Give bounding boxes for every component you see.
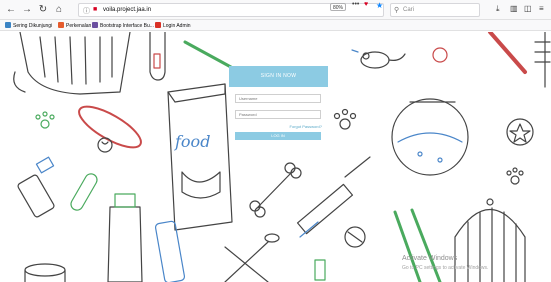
username-field[interactable]: Username	[235, 94, 321, 103]
bookmarks-bar: Sering Dikunjungi Perkenalan Bootstrap I…	[0, 20, 551, 31]
library-icon[interactable]: ▥	[510, 4, 518, 13]
forward-icon[interactable]: →	[20, 3, 34, 17]
ball-icon	[432, 47, 448, 63]
lock-icon[interactable]: ■	[93, 6, 97, 13]
zoom-level[interactable]: 80%	[330, 3, 346, 11]
tube-icon	[154, 220, 186, 282]
browser-toolbar: ← → ↻ ⌂ ⓘ ■ voila.project.jaa.in 80% •••…	[0, 0, 551, 20]
ointment-icon	[314, 259, 326, 281]
login-form: Username Password Forgot Password? LOG I…	[229, 87, 328, 147]
food-bag-icon	[167, 83, 233, 231]
url-text[interactable]: voila.project.jaa.in	[103, 7, 151, 13]
capsule-icon	[70, 173, 98, 211]
activate-windows-title: Activate Windows	[402, 255, 458, 262]
food-label: food	[174, 132, 210, 151]
scissors-icon	[224, 233, 280, 282]
bookmark-favicon	[92, 22, 98, 28]
reload-icon[interactable]: ↻	[36, 3, 50, 17]
medicine-bottle-icon	[17, 156, 55, 218]
bookmark-label: Perkenalan	[66, 23, 92, 29]
pill-line-icon	[347, 231, 363, 243]
syringe-icon	[296, 156, 371, 238]
menu-icon[interactable]: ≡	[539, 4, 544, 13]
paw-print-icon	[506, 167, 524, 185]
page-content: food SIGN IN NOW Username Password Forgo…	[0, 32, 551, 282]
bookmark-item[interactable]: Sering Dikunjungi	[5, 22, 52, 29]
forgot-password-link[interactable]: Forgot Password?	[290, 124, 322, 129]
search-placeholder: Cari	[403, 7, 415, 13]
paw-print-icon	[333, 108, 357, 130]
search-input[interactable]: ⚲ Cari	[390, 3, 480, 17]
mouse-toy-icon	[351, 49, 406, 69]
bookmark-favicon	[58, 22, 64, 28]
bookmark-label: Login Admin	[163, 23, 191, 29]
bookmark-favicon	[5, 22, 11, 28]
back-icon[interactable]: ←	[4, 3, 18, 17]
collar-icon	[78, 105, 142, 153]
login-button[interactable]: LOG IN	[235, 132, 321, 140]
password-field[interactable]: Password	[235, 110, 321, 119]
comb-icon	[488, 32, 551, 88]
paw-print-icon	[35, 111, 55, 129]
login-title: SIGN IN NOW	[229, 66, 328, 87]
bookmark-item[interactable]: Login Admin	[155, 22, 191, 29]
page-actions-icon[interactable]: •••	[352, 1, 359, 8]
pet-carrier-icon	[13, 32, 131, 95]
bone-icon	[249, 162, 302, 218]
bookmark-item[interactable]: Perkenalan	[58, 22, 91, 29]
bookmark-star-icon[interactable]: ★	[376, 1, 383, 10]
bookmark-favicon	[155, 22, 161, 28]
bookmark-label: Sering Dikunjungi	[13, 23, 53, 29]
pocket-icon[interactable]: ♥	[364, 1, 368, 8]
star-badge-icon	[506, 118, 534, 146]
fish-bowl-icon	[391, 98, 469, 176]
brush-icon	[149, 32, 166, 81]
activate-windows-subtitle: Go to PC settings to activate Windows.	[402, 265, 489, 271]
bookmark-label: Bootstrap Interface Bu...	[100, 23, 154, 29]
site-info-icon[interactable]: ⓘ	[83, 6, 90, 16]
bookmark-item[interactable]: Bootstrap Interface Bu...	[92, 22, 154, 29]
search-icon: ⚲	[394, 7, 400, 14]
sidebar-icon[interactable]: ◫	[524, 4, 532, 13]
login-button-label: LOG IN	[271, 133, 285, 138]
home-icon[interactable]: ⌂	[52, 3, 66, 17]
downloads-icon[interactable]: ⤓	[496, 4, 500, 14]
nail-clippers-icon	[393, 208, 442, 282]
can-icon	[24, 263, 66, 282]
spray-bottle-icon	[107, 193, 143, 282]
